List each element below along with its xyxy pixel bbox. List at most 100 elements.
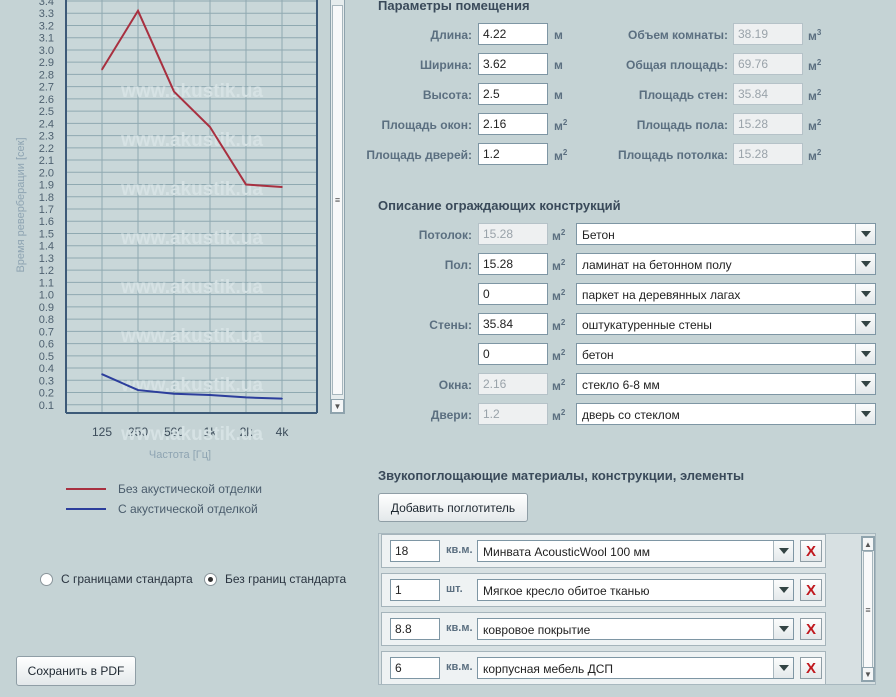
chart-scrollbar[interactable]: ≡ ▼ (330, 0, 345, 414)
windows-area-input[interactable]: 2.16 (478, 113, 548, 135)
absorbers-scrollbar[interactable]: ▲ ≡ ▼ (861, 536, 875, 682)
floor2-material-select[interactable]: паркет на деревянных лагах (576, 283, 876, 305)
length-input[interactable]: 4.22 (478, 23, 548, 45)
width-input[interactable]: 3.62 (478, 53, 548, 75)
ceiling-material-select[interactable]: Бетон (576, 223, 876, 245)
delete-absorber-button[interactable]: X (800, 579, 822, 601)
walls-unit: м2 (552, 318, 566, 333)
chevron-down-icon[interactable] (773, 580, 793, 600)
legend-swatch-red (66, 488, 106, 490)
scroll-down-button[interactable]: ▼ (331, 399, 344, 413)
absorber-unit: кв.м. (446, 661, 473, 673)
scroll-up-button[interactable]: ▲ (862, 537, 874, 551)
watermark-text: www.akustik.ua (120, 326, 263, 347)
y-tick-label: 1.2 (39, 265, 54, 277)
ceiling-unit: м2 (552, 228, 566, 243)
walls-area-label: Площадь стен: (638, 88, 728, 102)
absorber-qty-input[interactable]: 18 (390, 540, 440, 562)
select-value: Бетон (582, 228, 615, 242)
radio-label: Без границ стандарта (225, 572, 347, 586)
walls2-material-select[interactable]: бетон (576, 343, 876, 365)
watermark-text: www.akustik.ua (120, 179, 263, 200)
floor2-area-field[interactable]: 0 (478, 283, 548, 305)
walls-area-output: 35.84 (733, 83, 803, 105)
doors-material-select[interactable]: дверь со стеклом (576, 403, 876, 425)
room-params-title: Параметры помещения (378, 0, 530, 13)
volume-unit: м3 (808, 28, 822, 43)
chevron-down-icon[interactable] (855, 254, 875, 274)
select-value: корпусная мебель ДСП (483, 662, 614, 676)
walls2-unit: м2 (552, 348, 566, 363)
doors-area-label: Площадь дверей: (366, 148, 472, 162)
absorber-unit: кв.м. (446, 544, 473, 556)
chart-svg: 0.10.20.30.40.50.60.70.80.91.01.11.21.31… (15, 0, 318, 461)
reverberation-chart: 0.1 0.2 0.3 0.4 0.5 0.6 0.7 0.8 0.9 1.0 1.1 1.2 1.3 1… (0, 0, 330, 461)
windows-area-field: 2.16 (478, 373, 548, 395)
windows-area-label: Площадь окон: (381, 118, 472, 132)
total-area-output: 69.76 (733, 53, 803, 75)
watermark-text: www.akustik.ua (120, 375, 263, 396)
y-tick-label: 2.7 (39, 82, 54, 94)
legend-label: Без акустической отделки (118, 482, 263, 496)
absorber-qty-input[interactable]: 6 (390, 657, 440, 679)
absorber-qty-input[interactable]: 1 (390, 579, 440, 601)
doors-area-input[interactable]: 1.2 (478, 143, 548, 165)
walls2-area-field[interactable]: 0 (478, 343, 548, 365)
watermark-text: www.akustik.ua (120, 81, 263, 102)
y-tick-label: 2.3 (39, 131, 54, 143)
absorber-material-select[interactable]: Минвата AcousticWool 100 мм (477, 540, 794, 562)
chevron-down-icon[interactable] (855, 314, 875, 334)
select-value: Минвата AcousticWool 100 мм (483, 545, 651, 559)
absorbers-list: 18 кв.м. Минвата AcousticWool 100 мм X 1… (378, 533, 876, 685)
radio-circle[interactable] (204, 572, 217, 586)
floor-material-select[interactable]: ламинат на бетонном полу (576, 253, 876, 275)
delete-absorber-button[interactable]: X (800, 618, 822, 640)
absorber-material-select[interactable]: Мягкое кресло обитое тканью (477, 579, 794, 601)
y-tick-label: 0.2 (39, 388, 54, 400)
doors-area-unit: м2 (554, 148, 568, 163)
ceiling-area-field: 15.28 (478, 223, 548, 245)
chevron-down-icon[interactable] (855, 404, 875, 424)
chevron-down-icon[interactable] (773, 619, 793, 639)
radio-circle[interactable] (40, 572, 53, 586)
ceiling-area-label: Площадь потолка: (617, 148, 728, 162)
height-input[interactable]: 2.5 (478, 83, 548, 105)
absorber-unit: шт. (446, 583, 463, 595)
save-pdf-button[interactable]: Сохранить в PDF (16, 656, 136, 686)
watermark-text: www.akustik.ua (120, 424, 263, 445)
select-value: стекло 6-8 мм (582, 378, 660, 392)
windows-material-select[interactable]: стекло 6-8 мм (576, 373, 876, 395)
floor-area-field[interactable]: 15.28 (478, 253, 548, 275)
delete-absorber-button[interactable]: X (800, 657, 822, 679)
walls-material-select[interactable]: оштукатуренные стены (576, 313, 876, 335)
y-tick-label: 1.8 (39, 192, 54, 204)
length-label: Длина: (430, 28, 472, 42)
absorber-material-select[interactable]: ковровое покрытие (477, 618, 794, 640)
absorbers-scrollbar-thumb[interactable]: ≡ (863, 551, 873, 669)
scroll-down-button[interactable]: ▼ (862, 667, 874, 681)
chevron-down-icon[interactable] (855, 224, 875, 244)
height-unit: м (554, 88, 563, 102)
walls-area-field[interactable]: 35.84 (478, 313, 548, 335)
delete-absorber-button[interactable]: X (800, 540, 822, 562)
chevron-down-icon[interactable] (855, 374, 875, 394)
data-point (281, 186, 283, 188)
absorber-qty-input[interactable]: 8.8 (390, 618, 440, 640)
absorber-material-select[interactable]: корпусная мебель ДСП (477, 657, 794, 679)
y-tick-label: 0.1 (39, 400, 54, 412)
add-absorber-button[interactable]: Добавить поглотитель (378, 493, 528, 522)
y-tick-label: 1.7 (39, 204, 54, 216)
chart-scrollbar-thumb[interactable]: ≡ (332, 5, 343, 395)
data-point (137, 389, 139, 391)
radio-without-standard-bounds[interactable]: Без границ стандарта (204, 572, 346, 586)
radio-with-standard-bounds[interactable]: С границами стандарта (40, 572, 193, 586)
chevron-down-icon[interactable] (773, 658, 793, 678)
chevron-down-icon[interactable] (855, 344, 875, 364)
ceiling-label: Потолок: (418, 228, 472, 242)
y-axis-label: Время реверберации [сек] (15, 137, 27, 272)
y-tick-label: 1.5 (39, 228, 54, 240)
y-tick-label: 2.5 (39, 106, 54, 118)
data-point (101, 373, 103, 375)
chevron-down-icon[interactable] (855, 284, 875, 304)
chevron-down-icon[interactable] (773, 541, 793, 561)
